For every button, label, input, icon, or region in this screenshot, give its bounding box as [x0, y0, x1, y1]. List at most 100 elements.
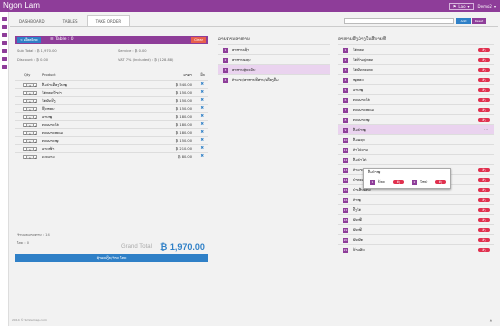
plus-button[interactable]: +	[33, 123, 37, 128]
menu-item[interactable]: 11 ຕຳໄຂ່ດາວ	[338, 144, 494, 154]
plus-button[interactable]: +	[33, 147, 37, 152]
quantity-stepper[interactable]: −1 +	[23, 147, 37, 152]
menu-icon[interactable]	[2, 41, 7, 45]
popup-title: ຕົ້ມຍຳໝູ	[368, 170, 381, 174]
menu-item[interactable]: 16 ຕຳໝູ ສັ່ງ	[338, 194, 494, 204]
search-input[interactable]	[344, 18, 454, 24]
plus-button[interactable]: +	[33, 83, 37, 88]
order-row: −3 + ຕົ້ມຍຳເຄືອງໃນໝູ ₿ 540.00 ✖	[15, 80, 208, 88]
category-item[interactable]: 1 ອາຫານເຊ້າ	[218, 44, 330, 54]
order-badge[interactable]: ສັ່ງ	[478, 58, 490, 62]
menu-item[interactable]: 19 ຜັດໝີ ສັ່ງ	[338, 224, 494, 234]
order-badge[interactable]: ສັ່ງ	[478, 198, 490, 202]
pay-button[interactable]: ຊຳລະເງິນ/ຈ່າຍ ໂຕະ	[15, 254, 208, 262]
user-menu[interactable]: Demo2 ▾	[478, 4, 496, 9]
order-header: < ເລືອກໂຕະ ≡ Table : 0 Clear	[15, 36, 208, 44]
quantity-stepper[interactable]: −1 +	[23, 91, 37, 96]
menu-item[interactable]: 12 ຕົ້ມຍຳໄກ່	[338, 154, 494, 164]
menu-item[interactable]: 7 ກະເພາະທະເລ ສັ່ງ	[338, 104, 494, 114]
add-button[interactable]: Add	[456, 18, 471, 24]
quantity-stepper[interactable]: −1 +	[23, 107, 37, 112]
tab-dashboard[interactable]: DASHBOARD	[10, 15, 54, 26]
order-badge[interactable]: ສັ່ງ	[393, 180, 404, 184]
menu-item[interactable]: 5 ລາບໝູ ສັ່ງ	[338, 84, 494, 94]
plus-button[interactable]: +	[33, 99, 37, 104]
quantity-stepper[interactable]: −3 +	[23, 83, 37, 88]
home-icon[interactable]	[2, 17, 7, 21]
order-badge[interactable]: ສັ່ງ	[478, 228, 490, 232]
scroll-top-icon[interactable]: ▲	[490, 318, 492, 322]
table-icon[interactable]	[2, 25, 7, 29]
menu-number: 13	[343, 167, 348, 173]
remove-icon[interactable]: ✖	[200, 153, 204, 161]
quantity-stepper[interactable]: −1 +	[23, 139, 37, 144]
menu-item[interactable]: 20 ຜັດຜັກ ສັ່ງ	[338, 234, 494, 244]
order-row: −1 + ເບຍລາວ ₿ 80.00 ✖	[15, 152, 208, 160]
order-badge[interactable]: ສັ່ງ	[478, 78, 490, 82]
menu-item[interactable]: 18 ຜັດໝີ່ ສັ່ງ	[338, 214, 494, 224]
menu-item[interactable]: 3 ໄກ່ຜັດກະເທຍ ສັ່ງ	[338, 64, 494, 74]
top-bar: Ngon Lam ⚑ Lao ▾ Demo2 ▾	[0, 0, 500, 12]
plus-button[interactable]: +	[33, 131, 37, 136]
order-badge[interactable]: ສັ່ງ	[478, 118, 490, 122]
plus-button[interactable]: +	[33, 139, 37, 144]
quantity-stepper[interactable]: −1 +	[23, 123, 37, 128]
order-row: −1 + ຊີ້ນຫອຍ ₿ 150.00 ✖	[15, 104, 208, 112]
reset-button[interactable]: Reset	[472, 18, 486, 24]
menu-item[interactable]: 4 ໝູທອດ ສັ່ງ	[338, 74, 494, 84]
menu-item[interactable]: 1 ໄກ່ທອດ ສັ່ງ	[338, 44, 494, 54]
order-badge[interactable]: ສັ່ງ	[478, 238, 490, 242]
order-badge[interactable]: ສັ່ງ	[478, 218, 490, 222]
menu-item[interactable]: 10 ຕົ້ມແຊບ	[338, 134, 494, 144]
menu-item[interactable]: 9 ຕົ້ມຍຳໝູ ⋯	[338, 124, 494, 134]
category-item[interactable]: 3 ອາຫານສູ່ຂະວັນ	[218, 64, 330, 74]
quantity-stepper[interactable]: −1 +	[23, 131, 37, 136]
order-badge[interactable]: ສັ່ງ	[478, 178, 490, 182]
order-badge[interactable]: ສັ່ງ	[478, 108, 490, 112]
order-row: −1 + ກະເພາະທະເລ ₿ 180.00 ✖	[15, 128, 208, 136]
tab-tables[interactable]: TABLES	[54, 15, 87, 26]
select-table-button[interactable]: < ເລືອກໂຕະ	[17, 37, 41, 43]
category-item[interactable]: 2 ອາຫານແຊບ	[218, 54, 330, 64]
quantity-stepper[interactable]: −1 +	[23, 99, 37, 104]
menu-number: 4	[343, 77, 348, 83]
order-badge[interactable]: ສັ່ງ	[478, 168, 490, 172]
order-row: −1 + ກະເພາະໄກ່ ₿ 180.00 ✖	[15, 120, 208, 128]
quantity-stepper[interactable]: −1 +	[23, 115, 37, 120]
tab-take-order[interactable]: TAKE ORDER	[86, 15, 131, 26]
menu-item[interactable]: 17 ປີ້ງໄກ່ ສັ່ງ	[338, 204, 494, 214]
clear-button[interactable]: Clear	[191, 37, 206, 43]
product-price: ₿ 80.00	[177, 155, 192, 159]
menu-item[interactable]: 8 ກະເພາະໝູ ສັ່ງ	[338, 114, 494, 124]
category-number: 2	[223, 57, 228, 63]
order-badge[interactable]: ສັ່ງ	[478, 68, 490, 72]
order-badge[interactable]: ສັ່ງ	[478, 208, 490, 212]
order-badge[interactable]: ສັ່ງ	[478, 188, 490, 192]
settings-icon[interactable]	[2, 57, 7, 61]
category-number: 1	[223, 47, 228, 53]
user-icon[interactable]	[2, 65, 7, 69]
menu-number: 17	[343, 207, 348, 213]
option-name: ນ້ອຍ	[378, 180, 386, 184]
order-badge[interactable]: ສັ່ງ	[478, 88, 490, 92]
quantity-stepper[interactable]: −1 +	[23, 155, 37, 160]
menu-item[interactable]: 21 ຂ້າວຜັດ ສັ່ງ	[338, 244, 494, 254]
menu-item[interactable]: 2 ໄກ່ກ້າມປູທອດ ສັ່ງ	[338, 54, 494, 64]
plus-button[interactable]: +	[33, 107, 37, 112]
plus-button[interactable]: +	[33, 115, 37, 120]
category-number: 4	[223, 77, 228, 83]
order-badge[interactable]: ສັ່ງ	[435, 180, 446, 184]
report-icon[interactable]	[2, 49, 7, 53]
language-selector[interactable]: ⚑ Lao ▾	[448, 2, 474, 10]
table-header: Qty Product ລາຄາ ລຶບ	[15, 72, 208, 78]
plus-button[interactable]: +	[33, 91, 37, 96]
category-panel: ລາຍການອາຫານ 1 ອາຫານເຊ້າ 2 ອາຫານແຊບ 3 ອາຫານສູ່…	[218, 36, 330, 83]
order-badge[interactable]: ສັ່ງ	[478, 98, 490, 102]
divider	[10, 26, 498, 27]
order-icon[interactable]	[2, 33, 7, 37]
category-item[interactable]: 4 ຕຳລາບ/ອາຫານອີສານ/ເຄື່ອງດື່ມ	[218, 74, 330, 84]
plus-button[interactable]: +	[33, 155, 37, 160]
menu-item[interactable]: 6 ກະເພາະໄກ່ ສັ່ງ	[338, 94, 494, 104]
order-badge[interactable]: ສັ່ງ	[478, 248, 490, 252]
order-badge[interactable]: ສັ່ງ	[478, 48, 490, 52]
